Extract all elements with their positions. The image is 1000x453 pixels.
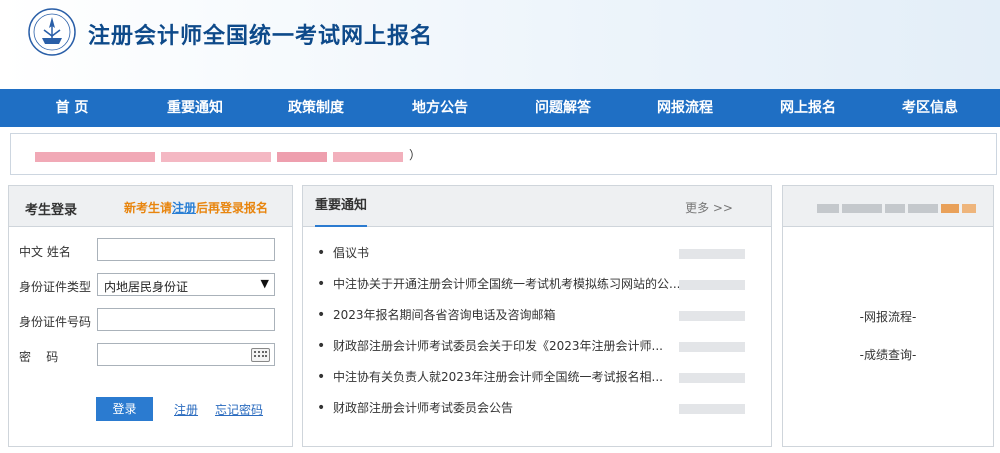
notice-date-blurred <box>679 249 745 259</box>
site-title: 注册会计师全国统一考试网上报名 <box>88 24 434 49</box>
notice-date-blurred <box>679 342 745 352</box>
side-panel-header <box>783 186 993 227</box>
header: 注册会计师全国统一考试网上报名 <box>0 0 1000 89</box>
login-title: 考生登录 <box>25 203 78 218</box>
register-hint-before: 新考生请 <box>124 201 173 215</box>
notice-date-blurred <box>679 280 745 290</box>
nav-registration-process[interactable]: 网报流程 <box>635 89 735 127</box>
id-type-selected-value: 内地居民身份证 <box>104 280 189 294</box>
notice-item-title[interactable]: 倡议书 <box>333 246 369 260</box>
nav-exam-area-info[interactable]: 考区信息 <box>880 89 980 127</box>
login-button[interactable]: 登录 <box>96 397 153 421</box>
id-number-label: 身份证件号码 <box>19 315 92 329</box>
notice-item[interactable]: 中注协有关负责人就2023年注册会计师全国统一考试报名相... <box>315 362 765 393</box>
id-type-select[interactable]: 内地居民身份证 ▼ <box>97 273 275 296</box>
dropdown-arrow-icon: ▼ <box>260 277 269 290</box>
notice-item-title[interactable]: 中注协有关负责人就2023年注册会计师全国统一考试报名相... <box>333 370 663 384</box>
register-hint: 新考生请注册后再登录报名 <box>124 199 268 216</box>
nav-policies[interactable]: 政策制度 <box>266 89 366 127</box>
notices-list: 倡议书 中注协关于开通注册会计师全国统一考试机考模拟练习网站的公... 2023… <box>315 238 765 424</box>
side-header-blurred-text <box>817 201 979 213</box>
id-type-label: 身份证件类型 <box>19 280 92 294</box>
notice-date-blurred <box>679 404 745 414</box>
side-panel: -网报流程- -成绩查询- <box>782 185 994 447</box>
id-number-input[interactable] <box>97 308 275 331</box>
notice-date-blurred <box>679 311 745 321</box>
password-label: 密 码 <box>19 350 59 364</box>
scrolling-banner[interactable]: ） <box>10 133 997 175</box>
notice-item[interactable]: 中注协关于开通注册会计师全国统一考试机考模拟练习网站的公... <box>315 269 765 300</box>
banner-blurred-text <box>35 149 409 162</box>
notice-item[interactable]: 财政部注册会计师考试委员会公告 <box>315 393 765 424</box>
login-panel-header: 考生登录 新考生请注册后再登录报名 <box>9 186 292 227</box>
notice-item-title[interactable]: 2023年报名期间各省咨询电话及咨询邮箱 <box>333 308 556 322</box>
notices-panel-header: 重要通知 更多 >> <box>303 186 771 227</box>
nav-home[interactable]: 首 页 <box>22 89 122 127</box>
nav-online-registration[interactable]: 网上报名 <box>758 89 858 127</box>
password-input[interactable] <box>97 343 275 366</box>
notice-item-title[interactable]: 财政部注册会计师考试委员会公告 <box>333 401 513 415</box>
notice-item[interactable]: 财政部注册会计师考试委员会关于印发《2023年注册会计师... <box>315 331 765 362</box>
notices-title: 重要通知 <box>315 186 368 227</box>
nav-important-notices[interactable]: 重要通知 <box>145 89 245 127</box>
notices-panel: 重要通知 更多 >> 倡议书 中注协关于开通注册会计师全国统一考试机考模拟练习网… <box>302 185 772 447</box>
notice-item[interactable]: 2023年报名期间各省咨询电话及咨询邮箱 <box>315 300 765 331</box>
nav-faq[interactable]: 问题解答 <box>513 89 613 127</box>
cicpa-logo-icon <box>28 8 76 56</box>
register-hint-after: 后再登录报名 <box>196 201 269 215</box>
notice-item-title[interactable]: 财政部注册会计师考试委员会关于印发《2023年注册会计师... <box>333 339 663 353</box>
registration-process-link[interactable]: -网报流程- <box>783 308 993 325</box>
more-link[interactable]: 更多 >> <box>685 199 733 216</box>
notice-item-title[interactable]: 中注协关于开通注册会计师全国统一考试机考模拟练习网站的公... <box>333 277 680 291</box>
name-input[interactable] <box>97 238 275 261</box>
login-panel: 考生登录 新考生请注册后再登录报名 中文 姓名 身份证件类型 内地居民身份证 ▼… <box>8 185 293 447</box>
register-hint-link[interactable]: 注册 <box>172 201 196 215</box>
notice-item[interactable]: 倡议书 <box>315 238 765 269</box>
forgot-password-link[interactable]: 忘记密码 <box>215 401 263 418</box>
banner-text: ） <box>409 148 422 162</box>
keyboard-icon[interactable] <box>251 348 270 362</box>
notice-date-blurred <box>679 373 745 383</box>
score-inquiry-link[interactable]: -成绩查询- <box>783 346 993 363</box>
register-link[interactable]: 注册 <box>174 401 198 418</box>
main-nav: 首 页 重要通知 政策制度 地方公告 问题解答 网报流程 网上报名 考区信息 <box>0 89 1000 127</box>
name-label: 中文 姓名 <box>19 245 71 259</box>
nav-local-announcements[interactable]: 地方公告 <box>390 89 490 127</box>
